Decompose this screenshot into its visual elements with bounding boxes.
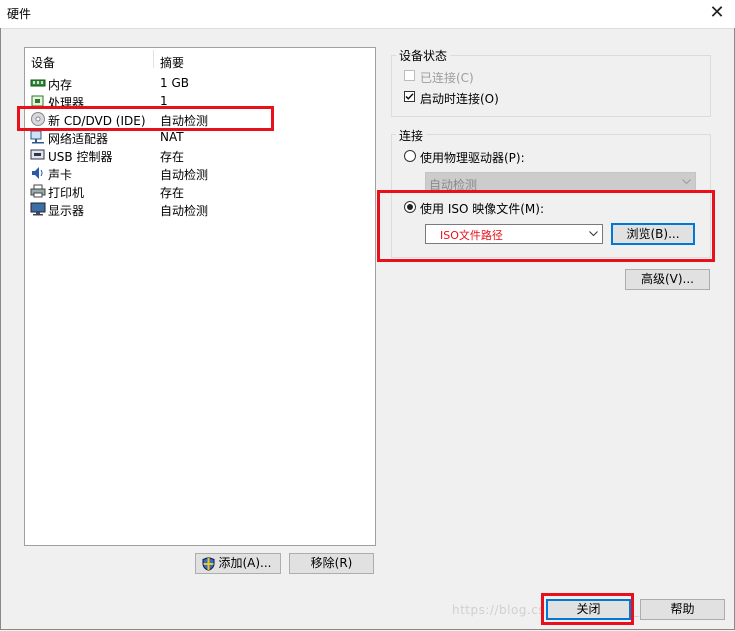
window-title: 硬件 [7,7,32,21]
title-bar: 硬件 ✕ [0,0,735,29]
help-button[interactable]: 帮助 [640,599,725,620]
physical-drive-select[interactable]: 自动检测 [425,172,696,192]
connect-at-power-on-label: 启动时连接(O) [420,92,499,106]
device-name: 内存 [48,78,73,92]
connect-at-power-on-checkbox[interactable] [404,91,415,102]
checkmark-icon [405,93,414,100]
device-summary: 1 GB [160,76,189,90]
device-summary: 自动检测 [160,168,209,182]
connected-label: 已连接(C) [420,71,474,85]
device-name: 声卡 [48,168,73,182]
connected-checkbox[interactable] [404,70,415,81]
add-button[interactable]: 添加(A)... [195,553,281,574]
network-adapter-icon [30,130,44,144]
device-name: 显示器 [48,204,85,218]
device-row-usb-controller[interactable]: USB 控制器 存在 [25,146,374,164]
highlight-cd-dvd-row [17,106,274,131]
memory-icon [30,79,46,87]
device-status-group [391,55,711,117]
device-name: 打印机 [48,186,85,200]
highlight-iso-section [377,190,715,262]
device-name: 网络适配器 [48,132,109,146]
shield-icon [202,557,215,571]
connection-title: 连接 [396,127,427,144]
device-name: USB 控制器 [48,150,113,164]
column-header-summary[interactable]: 摘要 [160,54,184,71]
usb-icon [30,149,45,160]
chevron-down-icon [682,179,691,185]
column-header-device[interactable]: 设备 [31,54,55,71]
physical-drive-label: 使用物理驱动器(P): [420,151,525,165]
device-row-display[interactable]: 显示器 自动检测 [25,200,374,218]
close-icon[interactable]: ✕ [702,0,732,28]
physical-drive-radio[interactable] [404,150,416,162]
remove-button[interactable]: 移除(R) [289,553,374,574]
device-row-printer[interactable]: 打印机 存在 [25,182,374,200]
device-summary: 存在 [160,186,185,200]
printer-icon [30,184,46,198]
highlight-close-button [541,593,634,625]
sound-card-icon [32,167,43,179]
advanced-button[interactable]: 高级(V)... [625,269,710,290]
device-status-title: 设备状态 [396,47,451,64]
device-row-sound-card[interactable]: 声卡 自动检测 [25,164,374,182]
device-summary: 自动检测 [160,204,209,218]
device-summary: NAT [160,130,184,144]
column-divider[interactable] [153,50,154,68]
display-icon [30,202,46,216]
device-summary: 存在 [160,150,185,164]
device-row-memory[interactable]: 内存 1 GB [25,74,374,92]
